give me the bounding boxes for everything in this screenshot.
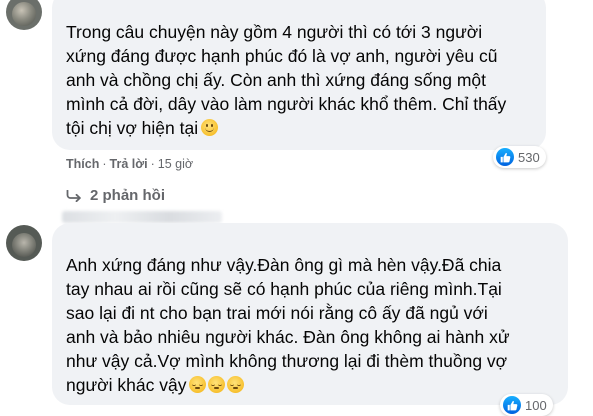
commenter-avatar[interactable] (6, 0, 42, 30)
comment-line: Trong câu chuyện này gồm 4 người thì có … (66, 22, 483, 42)
reaction-count-pill[interactable]: 100 (500, 394, 553, 416)
reply-link[interactable]: Trả lời (110, 157, 148, 171)
commenter-name-redacted (62, 211, 222, 223)
comment-text: Trong câu chuyện này gồm 4 người thì có … (66, 20, 506, 140)
comment-line: người khác vậy (66, 375, 187, 395)
comment-line: tội chị vợ hiện tại (66, 118, 199, 138)
view-replies-link[interactable]: 2 phản hồi (66, 187, 165, 204)
thumbs-up-icon (496, 148, 514, 166)
comment-line: mình cả đời, dây vào làm người khác khổ … (66, 94, 507, 114)
reaction-count-pill[interactable]: 530 (493, 146, 546, 168)
comment-timestamp[interactable]: 15 giờ (158, 157, 193, 171)
commenter-avatar[interactable] (6, 225, 42, 261)
thumbs-up-icon (503, 396, 521, 414)
like-link[interactable]: Thích (66, 157, 99, 171)
reaction-count: 100 (525, 397, 547, 413)
comment-line: xứng đáng được hạnh phúc đó là vợ anh, n… (66, 46, 498, 66)
comment-line: Anh xứng đáng như vậy.Đàn ông gì mà hèn … (66, 255, 502, 275)
pensive-face-emoji (227, 376, 245, 393)
pensive-face-emoji (189, 376, 207, 393)
comment-actions: Thích · Trả lời · 15 giờ (66, 157, 194, 171)
reply-arrow-icon (66, 189, 82, 202)
comment-text: Anh xứng đáng như vậy.Đàn ông gì mà hèn … (66, 253, 510, 397)
comment-line: anh và chồng chị ấy. Còn anh thì xứng đá… (66, 70, 486, 90)
replies-label: 2 phản hồi (90, 187, 165, 204)
comment-line: tay nhau ai rồi cũng sẽ có hạnh phúc của… (66, 279, 502, 299)
smiling-face-emoji (201, 119, 219, 136)
reaction-count: 530 (518, 149, 540, 165)
comment-line: sao lại đi nt cho bạn trai mới nói rằng … (66, 303, 488, 323)
comment-line: anh và bảo nhiêu người khác. Đàn ông khô… (66, 327, 510, 347)
pensive-face-emoji (208, 376, 226, 393)
comment-line: như vậy cả.Vợ mình không thương lại đi t… (66, 351, 508, 371)
